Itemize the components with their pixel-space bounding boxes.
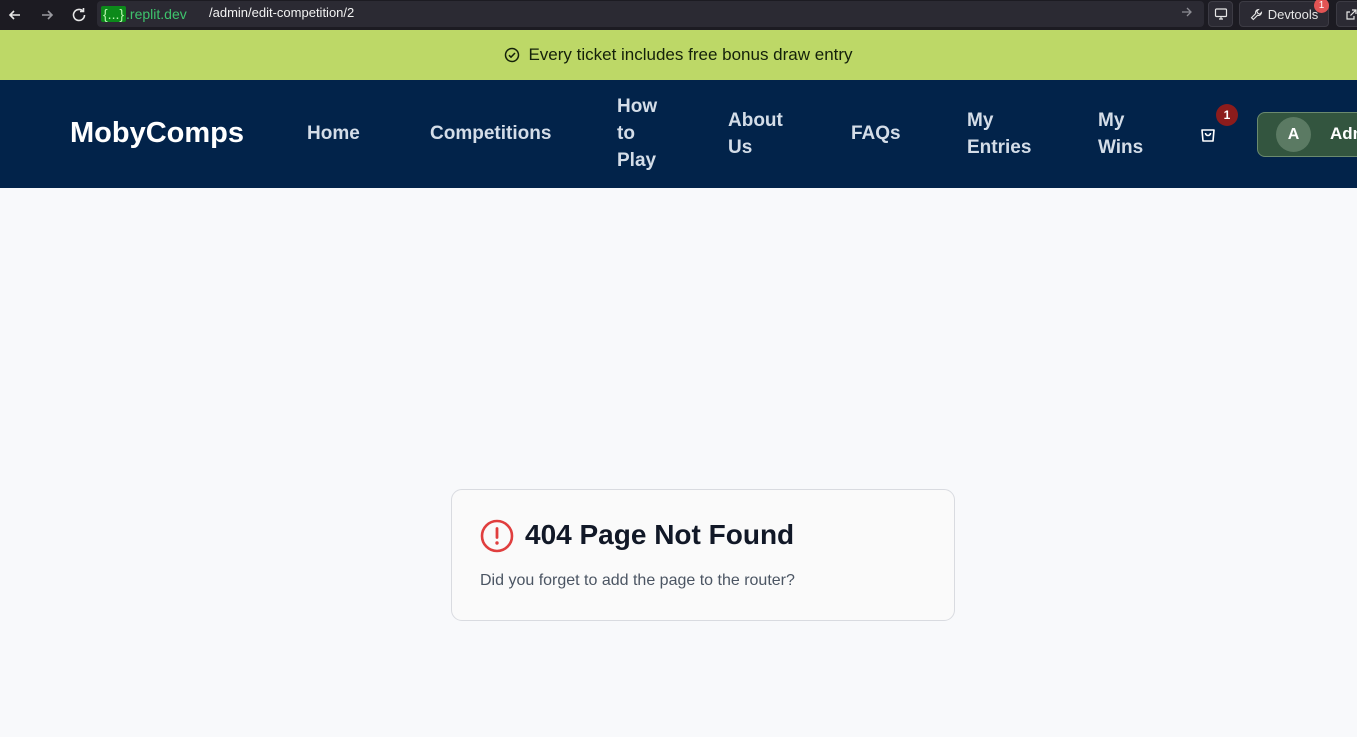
nav-faqs[interactable]: FAQs: [851, 120, 901, 147]
url-path: /admin/edit-competition/2: [209, 5, 355, 20]
back-icon[interactable]: [3, 3, 27, 27]
not-found-message: Did you forget to add the page to the ro…: [480, 572, 795, 589]
nav-my-entries-line-2: Entries: [967, 137, 1032, 158]
cart-icon[interactable]: [1198, 124, 1218, 144]
site-logo[interactable]: MobyComps: [70, 117, 244, 150]
nav-about-line-1: About: [728, 110, 783, 131]
alert-circle-icon: [480, 519, 514, 553]
nav-how-to-play-line-1: How: [617, 96, 658, 117]
check-circle-icon: [505, 47, 520, 63]
nav-competitions[interactable]: Competitions: [430, 120, 551, 147]
avatar: A: [1276, 117, 1311, 152]
promo-banner: Every ticket includes free bonus draw en…: [0, 30, 1357, 80]
nav-how-to-play-line-2: to: [617, 123, 635, 144]
url-domain-rest: .replit.dev: [126, 6, 187, 22]
account-button[interactable]: A Admin: [1257, 112, 1357, 157]
wrench-icon: [1250, 8, 1262, 20]
open-external-icon[interactable]: [1336, 1, 1357, 27]
nav-my-entries[interactable]: My Entries: [967, 107, 1031, 161]
browser-toolbar: {...} .replit.dev /admin/edit-competition…: [0, 0, 1357, 30]
forward-icon[interactable]: [35, 3, 59, 27]
nav-my-wins-line-1: My: [1098, 110, 1125, 131]
nav-my-wins-line-2: Wins: [1098, 137, 1144, 158]
account-label: Admin: [1330, 124, 1357, 143]
go-arrow-icon[interactable]: [1180, 5, 1196, 21]
screen-icon[interactable]: [1208, 1, 1233, 27]
nav-how-to-play[interactable]: How to Play: [617, 93, 657, 174]
url-domain: {...} .replit.dev: [101, 4, 187, 24]
url-domain-highlight: {...}: [101, 6, 127, 22]
nav-about-us[interactable]: About Us: [728, 107, 783, 161]
not-found-title: 404 Page Not Found: [525, 519, 795, 550]
devtools-label: Devtools: [1267, 6, 1319, 22]
nav-my-wins[interactable]: My Wins: [1098, 107, 1143, 161]
nav-my-entries-line-1: My: [967, 110, 994, 131]
cart-count-badge: 1: [1216, 104, 1238, 126]
reload-icon[interactable]: [67, 3, 91, 27]
promo-text: Every ticket includes free bonus draw en…: [528, 45, 853, 64]
nav-home[interactable]: Home: [307, 120, 360, 147]
not-found-card: 404 Page Not Found Did you forget to add…: [451, 489, 955, 621]
nav-how-to-play-line-3: Play: [617, 150, 657, 171]
site-header: MobyComps Home Competitions How to Play …: [0, 80, 1357, 188]
nav-about-line-2: Us: [728, 137, 753, 158]
